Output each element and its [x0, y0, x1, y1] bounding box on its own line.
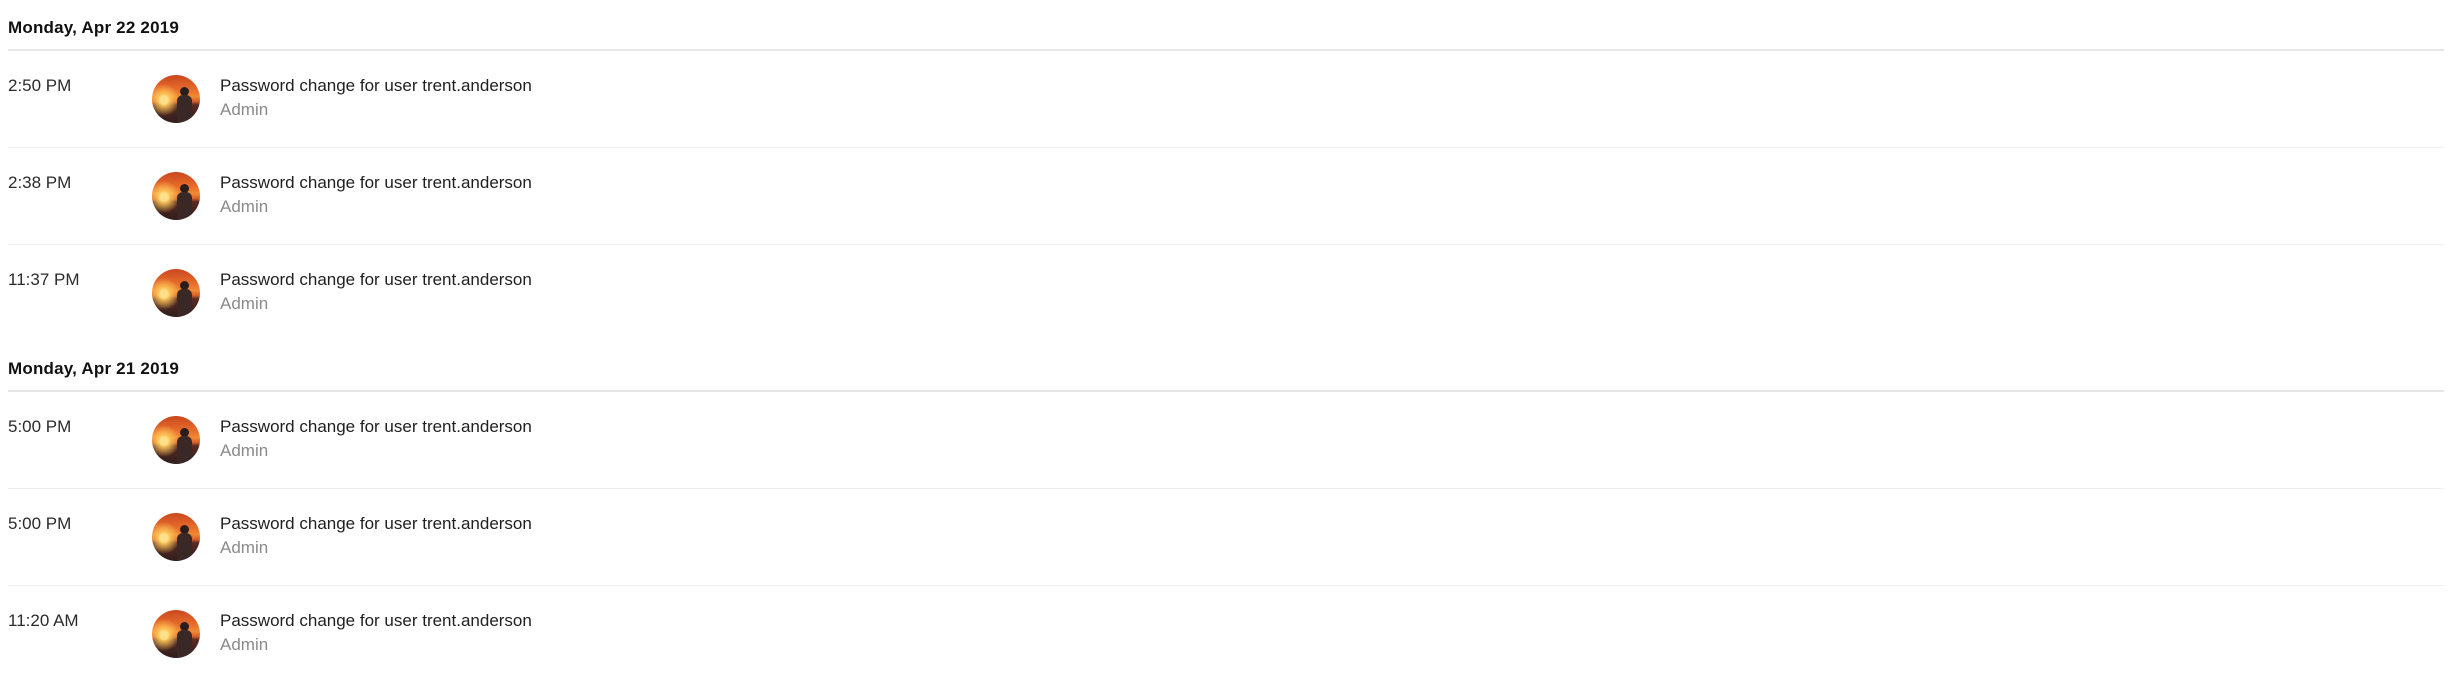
activity-entry[interactable]: 11:37 PM Password change for user trent.…: [8, 245, 2444, 341]
user-avatar-icon: [152, 75, 200, 123]
entry-message: Password change for user trent.anderson: [220, 76, 532, 95]
entry-time: 5:00 PM: [8, 417, 72, 436]
entry-actor: Admin: [220, 294, 269, 313]
entry-message: Password change for user trent.anderson: [220, 270, 532, 289]
date-group-title: Monday, Apr 22 2019: [8, 18, 180, 37]
activity-entry[interactable]: 5:00 PM Password change for user trent.a…: [8, 489, 2444, 586]
activity-entry[interactable]: 11:20 AM Password change for user trent.…: [8, 586, 2444, 682]
entry-actor: Admin: [220, 635, 269, 654]
entry-message: Password change for user trent.anderson: [220, 173, 532, 192]
avatar-person-body: [177, 630, 192, 658]
user-avatar-icon: [152, 269, 200, 317]
activity-entry[interactable]: 5:00 PM Password change for user trent.a…: [8, 392, 2444, 489]
entry-message: Password change for user trent.anderson: [220, 417, 532, 436]
entry-actor: Admin: [220, 441, 269, 460]
avatar-person-body: [177, 436, 192, 464]
entry-time: 2:50 PM: [8, 76, 72, 95]
activity-entry[interactable]: 2:50 PM Password change for user trent.a…: [8, 51, 2444, 148]
avatar-person-body: [177, 95, 192, 123]
entry-message: Password change for user trent.anderson: [220, 611, 532, 630]
activity-log: Monday, Apr 22 2019 2:50 PM Password cha…: [0, 0, 2452, 678]
entry-time: 5:00 PM: [8, 514, 72, 533]
entry-actor: Admin: [220, 197, 269, 216]
avatar-person-body: [177, 289, 192, 317]
avatar-person-body: [177, 192, 192, 220]
date-group-header: Monday, Apr 22 2019: [8, 0, 2444, 51]
entry-time: 2:38 PM: [8, 173, 72, 192]
entry-actor: Admin: [220, 100, 269, 119]
user-avatar-icon: [152, 610, 200, 658]
user-avatar-icon: [152, 416, 200, 464]
entry-time: 11:37 PM: [8, 270, 80, 289]
entry-message: Password change for user trent.anderson: [220, 514, 532, 533]
user-avatar-icon: [152, 513, 200, 561]
activity-entry[interactable]: 2:38 PM Password change for user trent.a…: [8, 148, 2444, 245]
avatar-person-body: [177, 533, 192, 561]
date-group-title: Monday, Apr 21 2019: [8, 359, 180, 378]
user-avatar-icon: [152, 172, 200, 220]
entry-time: 11:20 AM: [8, 611, 79, 630]
date-group-header: Monday, Apr 21 2019: [8, 341, 2444, 392]
entry-actor: Admin: [220, 538, 269, 557]
